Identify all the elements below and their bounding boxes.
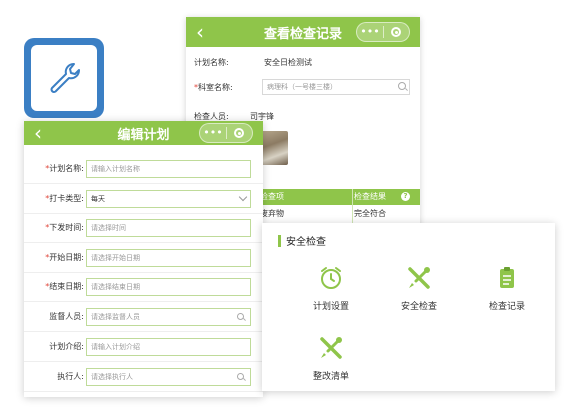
table-header: 检查项 检查结果 ? (252, 189, 420, 205)
tools-icon (408, 267, 430, 289)
menu-label: 整改清单 (312, 372, 349, 382)
section-title: 安全检查 (286, 237, 326, 248)
plan-name-value: 安全日检测试 (264, 58, 312, 67)
field-label: 计划介绍: (49, 342, 84, 351)
capsule-divider (383, 26, 384, 38)
miniprogram-capsule[interactable]: ••• (356, 22, 410, 42)
section-accent-bar (278, 235, 281, 247)
divider (24, 272, 263, 273)
divider (24, 183, 263, 184)
app-tile-inner (31, 45, 97, 111)
field-label: *打卡类型: (45, 194, 84, 203)
form-row-executor: 执行人: 请选择执行人 (24, 366, 263, 388)
wrench-icon (50, 63, 80, 93)
menu-label: 检查记录 (488, 302, 525, 312)
form-row-checkin-type: *打卡类型: 每天 (24, 188, 263, 210)
more-icon[interactable]: ••• (200, 124, 226, 142)
search-icon[interactable] (237, 313, 244, 320)
app-tile[interactable] (24, 38, 104, 118)
start-date-input[interactable]: 请选择开始日期 (86, 249, 251, 267)
table-cell: 完全符合 (354, 209, 386, 218)
miniprogram-capsule[interactable]: ••• (199, 123, 253, 143)
field-placeholder: 请输入计划名称 (91, 165, 140, 173)
search-icon[interactable] (237, 373, 244, 380)
divider (24, 331, 263, 332)
issue-time-input[interactable]: 请选择时间 (86, 219, 251, 237)
help-icon[interactable]: ? (401, 192, 410, 201)
menu-label: 安全检查 (400, 302, 437, 312)
field-placeholder: 请输入计划介绍 (91, 343, 140, 351)
checkin-type-select[interactable]: 每天 (86, 190, 251, 208)
department-label: *科室名称: (194, 83, 233, 92)
form-row-plan-name: *计划名称: 请输入计划名称 (24, 158, 263, 180)
form-row-end-date: *结束日期: 请选择结束日期 (24, 276, 263, 298)
form-row-plan-intro: 计划介绍: 请输入计划介绍 (24, 336, 263, 358)
search-icon[interactable] (398, 82, 406, 90)
menu-label: 计划设置 (312, 302, 349, 312)
more-icon[interactable]: ••• (357, 23, 383, 41)
divider (24, 242, 263, 243)
safety-check-panel: 安全检查 计划设置 安全检查 检查记录 整改清单 (262, 223, 555, 391)
field-placeholder: 请选择监督人员 (91, 313, 140, 321)
divider (24, 361, 263, 362)
inspection-photo[interactable] (260, 131, 288, 165)
edit-plan-panel: ‹ 编辑计划 ••• *计划名称: 请输入计划名称 *打卡类型: 每天 *下发时… (24, 121, 263, 397)
plan-name-input[interactable]: 请输入计划名称 (86, 160, 251, 178)
table-cell: 废弃物 (260, 209, 284, 218)
clipboard-icon (500, 267, 514, 288)
department-field[interactable]: 病理科（一号楼三楼） (262, 79, 410, 95)
field-label: *结束日期: (45, 282, 84, 291)
menu-rectification-list[interactable]: 整改清单 (296, 335, 366, 382)
form-row-start-date: *开始日期: 请选择开始日期 (24, 247, 263, 269)
form-row-supervisor: 监督人员: 请选择监督人员 (24, 306, 263, 328)
form-row-issue-time: *下发时间: 请选择时间 (24, 217, 263, 239)
menu-check-records[interactable]: 检查记录 (472, 265, 542, 312)
field-label: *计划名称: (45, 164, 84, 173)
field-label: *下发时间: (45, 223, 84, 232)
end-date-input[interactable]: 请选择结束日期 (86, 278, 251, 296)
supervisor-input[interactable]: 请选择监督人员 (86, 308, 251, 326)
close-circle-icon[interactable] (234, 128, 244, 138)
chevron-down-icon[interactable] (238, 192, 248, 202)
plan-intro-input[interactable]: 请输入计划介绍 (86, 338, 251, 356)
field-label: *开始日期: (45, 253, 84, 262)
alarm-clock-icon (321, 267, 341, 289)
table-row: 废弃物 完全符合 (252, 207, 420, 221)
executor-input[interactable]: 请选择执行人 (86, 368, 251, 386)
department-placeholder: 病理科（一号楼三楼） (267, 83, 337, 91)
tools-icon (320, 337, 342, 359)
menu-safety-check[interactable]: 安全检查 (384, 265, 454, 312)
close-circle-icon[interactable] (391, 27, 401, 37)
field-label: 执行人: (57, 372, 84, 381)
field-label: 监督人员: (49, 312, 84, 321)
divider (24, 301, 263, 302)
selected-value: 每天 (91, 195, 105, 203)
field-placeholder: 请选择执行人 (91, 373, 133, 381)
column-header: 检查结果 (354, 192, 386, 201)
record-view-navbar: ‹ 查看检查记录 ••• (186, 17, 420, 47)
field-placeholder: 请选择时间 (91, 224, 126, 232)
field-placeholder: 请选择开始日期 (91, 254, 140, 262)
plan-name-label: 计划名称: (194, 58, 229, 67)
field-placeholder: 请选择结束日期 (91, 283, 140, 291)
divider (24, 213, 263, 214)
menu-plan-settings[interactable]: 计划设置 (296, 265, 366, 312)
column-header: 检查项 (260, 192, 284, 201)
edit-plan-navbar: ‹ 编辑计划 ••• (24, 121, 263, 145)
divider (24, 391, 263, 392)
capsule-divider (226, 127, 227, 139)
